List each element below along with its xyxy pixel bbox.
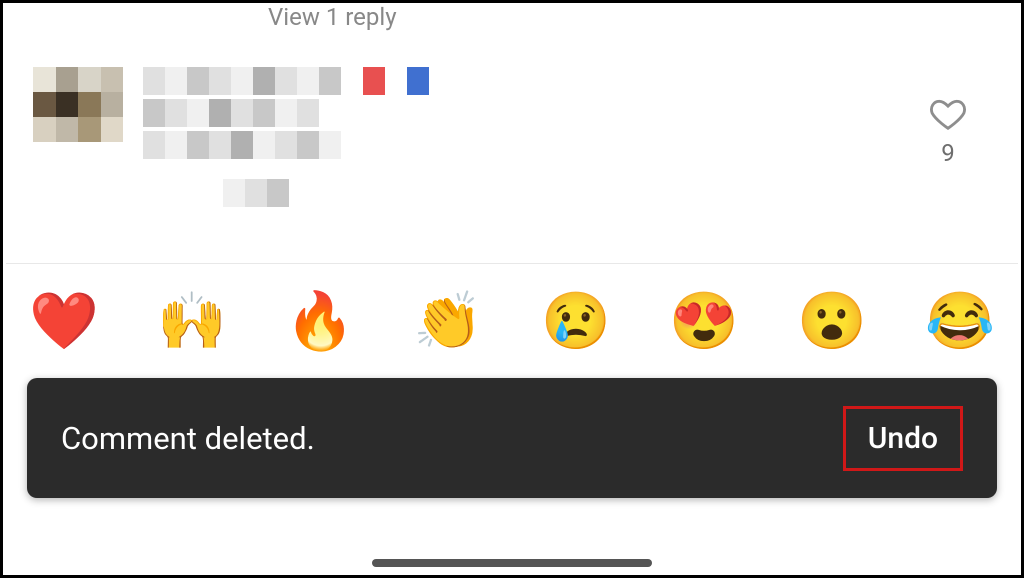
comment-row [33, 67, 991, 211]
toast-snackbar: Comment deleted. Undo [27, 378, 997, 498]
like-count: 9 [941, 139, 955, 167]
emoji-raised-hands[interactable]: 🙌 [157, 293, 227, 349]
heart-outline-icon [927, 95, 969, 133]
emoji-laugh-cry[interactable]: 😂 [925, 293, 995, 349]
comment-body [143, 67, 991, 211]
emoji-quick-row: ❤️ 🙌 🔥 👏 😢 😍 😮 😂 [19, 293, 1005, 349]
emoji-fire[interactable]: 🔥 [285, 293, 355, 349]
home-indicator[interactable] [372, 559, 652, 567]
emoji-heart-eyes[interactable]: 😍 [669, 293, 739, 349]
undo-highlight: Undo [843, 406, 963, 471]
comment-like[interactable]: 9 [927, 95, 969, 167]
emoji-heart[interactable]: ❤️ [29, 293, 99, 349]
divider [6, 263, 1018, 264]
toast-message: Comment deleted. [61, 420, 315, 457]
emoji-cry[interactable]: 😢 [541, 293, 611, 349]
comment-avatar[interactable] [33, 67, 123, 142]
emoji-clap[interactable]: 👏 [413, 293, 483, 349]
undo-button[interactable]: Undo [868, 421, 938, 456]
view-reply-link[interactable]: View 1 reply [268, 3, 397, 31]
emoji-surprised[interactable]: 😮 [797, 293, 867, 349]
